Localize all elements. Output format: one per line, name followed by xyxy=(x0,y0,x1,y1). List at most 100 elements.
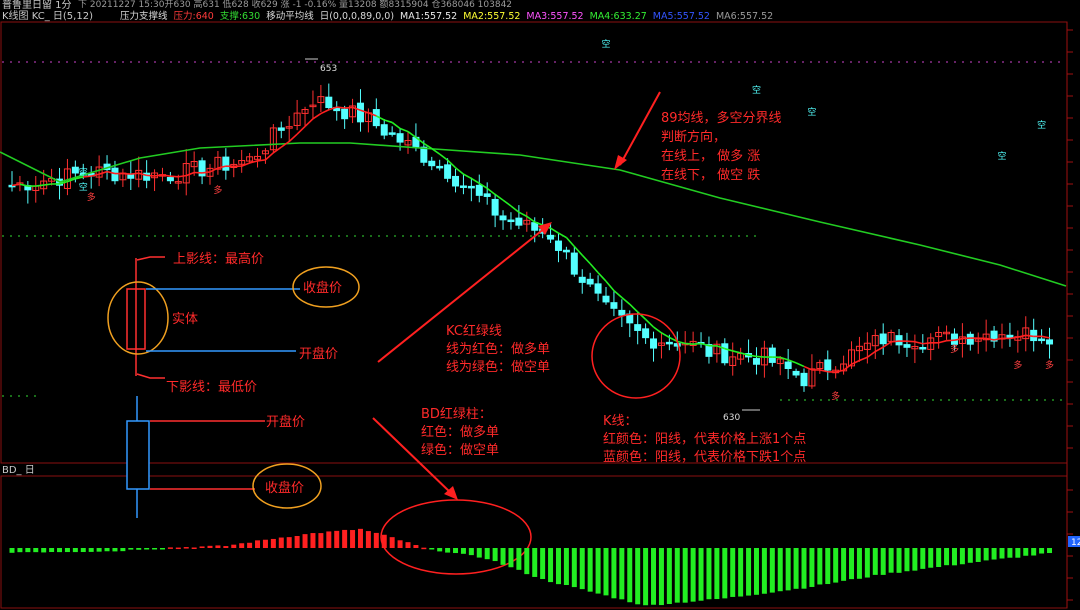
kc-line-segment xyxy=(526,215,536,223)
bd-bar xyxy=(706,548,712,600)
bd-bar xyxy=(1047,548,1053,554)
bd-bar xyxy=(674,548,680,603)
kc-line-segment xyxy=(19,183,29,187)
kc-line-segment xyxy=(645,318,655,328)
bd-bar xyxy=(524,548,530,575)
candle xyxy=(570,252,578,275)
kc-line-segment xyxy=(589,263,599,274)
buy-marker: 多 xyxy=(1013,359,1022,371)
candle xyxy=(166,177,174,182)
kc-line-segment xyxy=(851,359,860,365)
candle xyxy=(111,167,119,182)
bd-bar xyxy=(809,548,815,587)
bd-bar xyxy=(421,547,427,550)
bd-bar xyxy=(532,548,538,577)
bd-bar xyxy=(429,548,435,550)
kc-line-segment xyxy=(154,174,163,177)
buy-marker: 多 xyxy=(1045,359,1054,371)
candle xyxy=(650,338,658,349)
ma89-note-line: 判断方向， xyxy=(661,129,726,145)
candle xyxy=(444,164,452,179)
bd-bar xyxy=(516,548,522,570)
k-note-line: K线： xyxy=(603,414,638,429)
bd-bar xyxy=(183,547,189,549)
bd-bar xyxy=(841,548,847,581)
candle xyxy=(396,133,404,143)
bd-bar xyxy=(722,548,728,599)
bd-bar xyxy=(191,547,197,549)
candle xyxy=(602,295,610,303)
bd-bar xyxy=(896,548,902,573)
candle xyxy=(356,102,364,123)
low-label: 630 xyxy=(723,413,740,423)
bd-bar xyxy=(825,548,831,585)
kc-line-segment xyxy=(866,350,876,358)
bd-bar xyxy=(120,548,126,552)
bd-value-label: 12 xyxy=(1071,538,1080,548)
sell-marker: 空 xyxy=(997,150,1006,162)
bd-bar xyxy=(817,548,823,585)
sell-marker: 空 xyxy=(1037,119,1046,131)
kc-line-segment xyxy=(257,159,266,162)
bd-bar xyxy=(104,548,110,552)
kc-note-line: KC红绿线 xyxy=(446,323,502,339)
kc-line-segment xyxy=(843,363,853,371)
bd-bar xyxy=(944,548,950,566)
bd-bar xyxy=(1031,548,1037,556)
ma89-note-line: 在线上， 做多 涨 xyxy=(661,148,760,164)
bd-bar xyxy=(318,533,324,548)
bd-bar xyxy=(64,548,70,553)
bd-bar xyxy=(635,548,641,605)
bd-bar xyxy=(959,548,965,565)
bd-bar xyxy=(864,548,870,578)
kc-line-segment xyxy=(344,106,353,109)
kc-line-segment xyxy=(661,332,670,339)
candle xyxy=(903,344,911,348)
bd-bar xyxy=(753,548,759,595)
bd-bar xyxy=(57,548,63,553)
ma89-arrow xyxy=(619,91,661,166)
candle xyxy=(277,127,285,131)
kc-line-segment xyxy=(693,342,702,345)
sell-marker: 空 xyxy=(807,106,816,118)
bd-bar xyxy=(167,547,173,549)
bd-bar xyxy=(159,548,165,550)
kc-note-line: 线为绿色：做空单 xyxy=(446,359,550,375)
kc-line-segment xyxy=(399,127,409,133)
bd-bar xyxy=(690,548,696,602)
candlestick-chart: 空空空空空空空多多多多多 多653630上影线：最高价实体收盘价开盘价下影线：最低… xyxy=(0,21,1080,609)
bd-bar xyxy=(785,548,791,591)
bd-bar xyxy=(88,548,94,552)
kc-line-segment xyxy=(296,125,306,135)
open-price-label-1: 开盘价 xyxy=(299,346,338,362)
bd-bar xyxy=(500,548,506,565)
chart-window: 普鲁里日留 1分 K线图 KC_ 日(5,12) 下 20211227 15:3… xyxy=(0,0,1080,610)
kc-line-segment xyxy=(463,173,472,180)
bd-bar xyxy=(540,548,546,580)
kc-line-segment xyxy=(756,355,765,358)
bd-bar xyxy=(714,548,720,600)
kc-line-segment xyxy=(502,199,512,207)
bd-bar xyxy=(1007,548,1013,558)
kc-line-segment xyxy=(565,236,575,248)
bd-bar xyxy=(405,542,411,548)
kc-line-segment xyxy=(470,177,480,185)
bd-bar xyxy=(587,548,593,592)
candle xyxy=(610,302,618,309)
candle xyxy=(452,175,460,187)
bd-bar xyxy=(682,548,688,603)
bd-bar xyxy=(247,542,253,548)
anatomy-body-circle xyxy=(107,281,169,355)
candle xyxy=(341,108,349,120)
bd-bar xyxy=(72,548,78,553)
bd-bar xyxy=(152,548,158,550)
candle xyxy=(388,132,396,135)
bd-bar xyxy=(389,537,395,548)
bd-bar xyxy=(1023,548,1029,556)
kc-line-segment xyxy=(629,303,639,313)
kc-line-segment xyxy=(637,311,647,320)
lower-shadow-label: 下影线：最低价 xyxy=(166,380,257,395)
bd-bar xyxy=(761,548,767,594)
open-price-label-2: 开盘价 xyxy=(266,414,305,430)
candle xyxy=(578,276,586,283)
